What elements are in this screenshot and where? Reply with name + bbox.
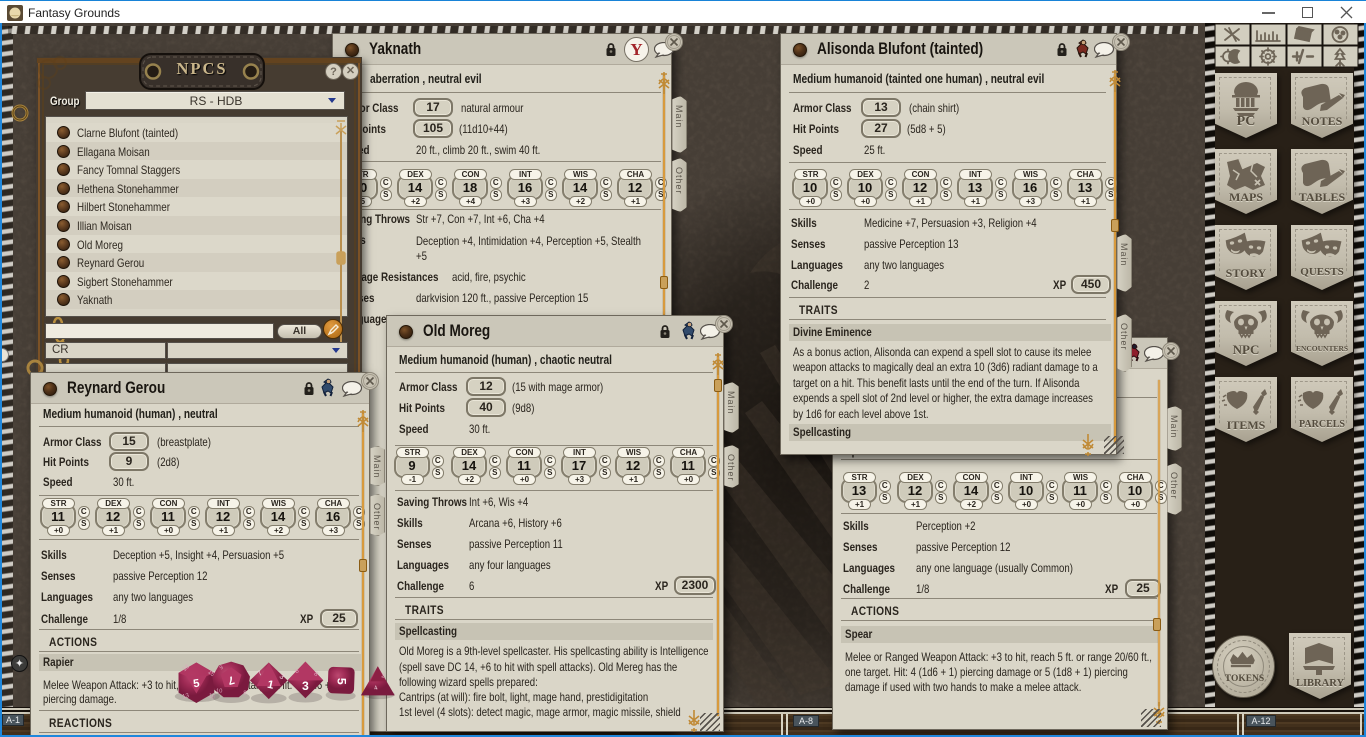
svg-text:8: 8 bbox=[243, 690, 246, 696]
svg-text:3: 3 bbox=[302, 679, 309, 693]
svg-text:10: 10 bbox=[216, 689, 222, 695]
svg-text:5: 5 bbox=[334, 678, 348, 685]
